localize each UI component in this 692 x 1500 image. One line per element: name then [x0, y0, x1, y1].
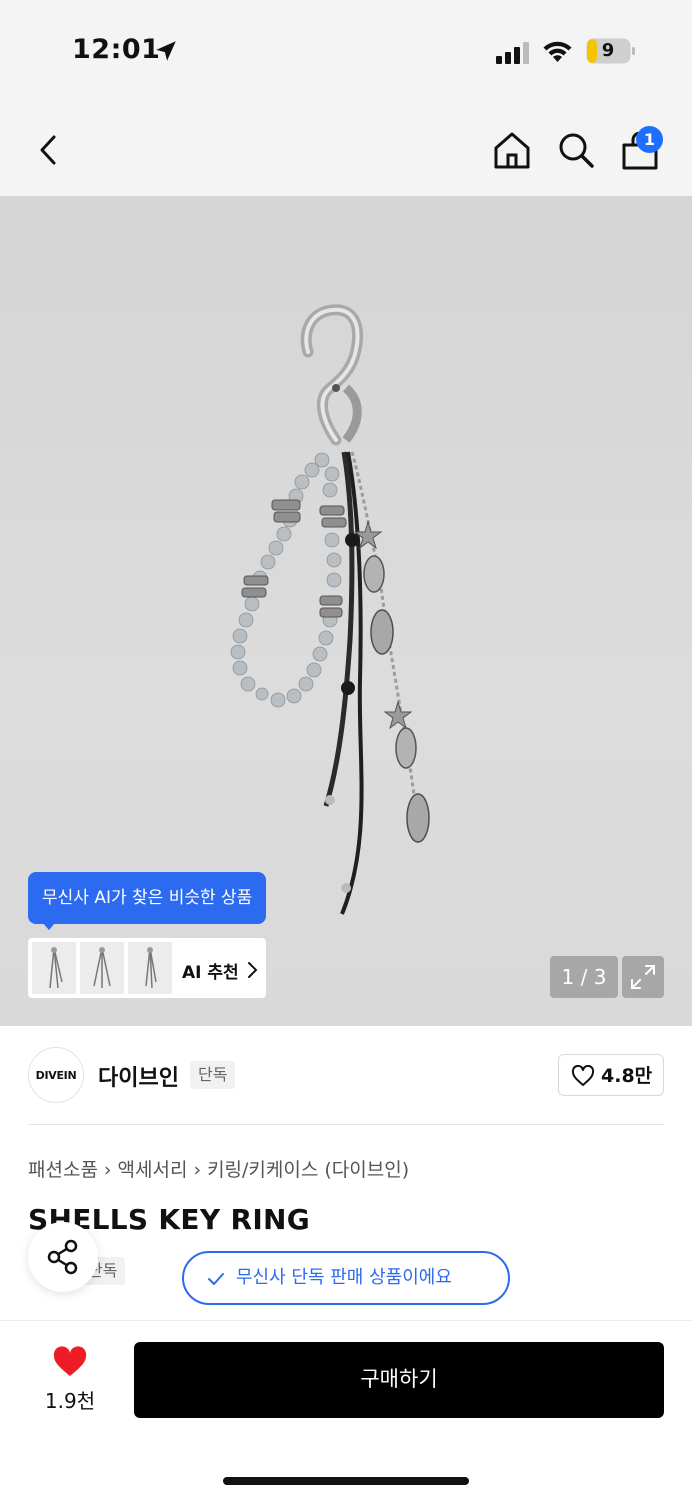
divider — [28, 1124, 664, 1125]
status-bar: 12:01 9 — [0, 0, 692, 100]
heart-filled-icon[interactable] — [52, 1346, 88, 1378]
ai-recommend-label: AI 추천 — [182, 963, 239, 983]
exclusive-notice-pill[interactable]: 무신사 단독 판매 상품이에요 — [182, 1251, 510, 1305]
image-page-indicator: 1 / 3 — [550, 956, 618, 998]
breadcrumb-item[interactable]: 키링/키케이스 (다이브인) — [207, 1159, 409, 1181]
expand-image-button[interactable] — [622, 956, 664, 998]
home-indicator — [223, 1477, 469, 1485]
ai-recommend-thumbnail — [80, 942, 124, 994]
breadcrumb-item[interactable]: 액세서리 — [118, 1159, 188, 1181]
exclusive-notice-text: 무신사 단독 판매 상품이에요 — [236, 1267, 452, 1288]
brand-logo[interactable]: DIVEIN — [28, 1047, 84, 1103]
home-icon[interactable] — [492, 130, 532, 170]
ai-recommend-thumbnail — [32, 942, 76, 994]
breadcrumb: 패션소품 › 액세서리 › 키링/키케이스 (다이브인) — [28, 1155, 409, 1182]
tooltip-tail — [42, 922, 56, 930]
ai-similar-products-tooltip[interactable]: 무신사 AI가 찾은 비슷한 상품 — [28, 872, 267, 924]
check-icon — [208, 1273, 224, 1285]
chevron-right-icon — [248, 962, 258, 978]
brand-name[interactable]: 다이브인 — [98, 1060, 179, 1092]
favorite-count: 1.9천 — [44, 1389, 96, 1413]
share-button[interactable] — [28, 1222, 98, 1292]
ai-recommend-thumbnail — [128, 942, 172, 994]
expand-arrows-icon — [631, 965, 655, 989]
status-time: 12:01 — [72, 34, 161, 65]
breadcrumb-item[interactable]: 패션소품 — [28, 1159, 98, 1181]
cart-count-badge: 1 — [636, 126, 663, 153]
like-count: 4.8만 — [601, 1065, 653, 1087]
share-icon — [47, 1239, 78, 1275]
buy-button[interactable]: 구매하기 — [134, 1342, 664, 1418]
chevron-right-icon: › — [193, 1159, 202, 1181]
brand-like-button[interactable]: 4.8만 — [558, 1054, 664, 1096]
cellular-signal-icon — [496, 42, 529, 64]
back-chevron-icon[interactable] — [36, 134, 62, 166]
search-icon[interactable] — [556, 130, 596, 170]
brand-exclusive-tag: 단독 — [190, 1061, 236, 1089]
location-arrow-icon — [156, 41, 176, 61]
heart-outline-icon — [571, 1065, 595, 1086]
battery-level: 9 — [601, 40, 615, 61]
wifi-icon — [543, 41, 572, 62]
chevron-right-icon: › — [103, 1159, 112, 1181]
